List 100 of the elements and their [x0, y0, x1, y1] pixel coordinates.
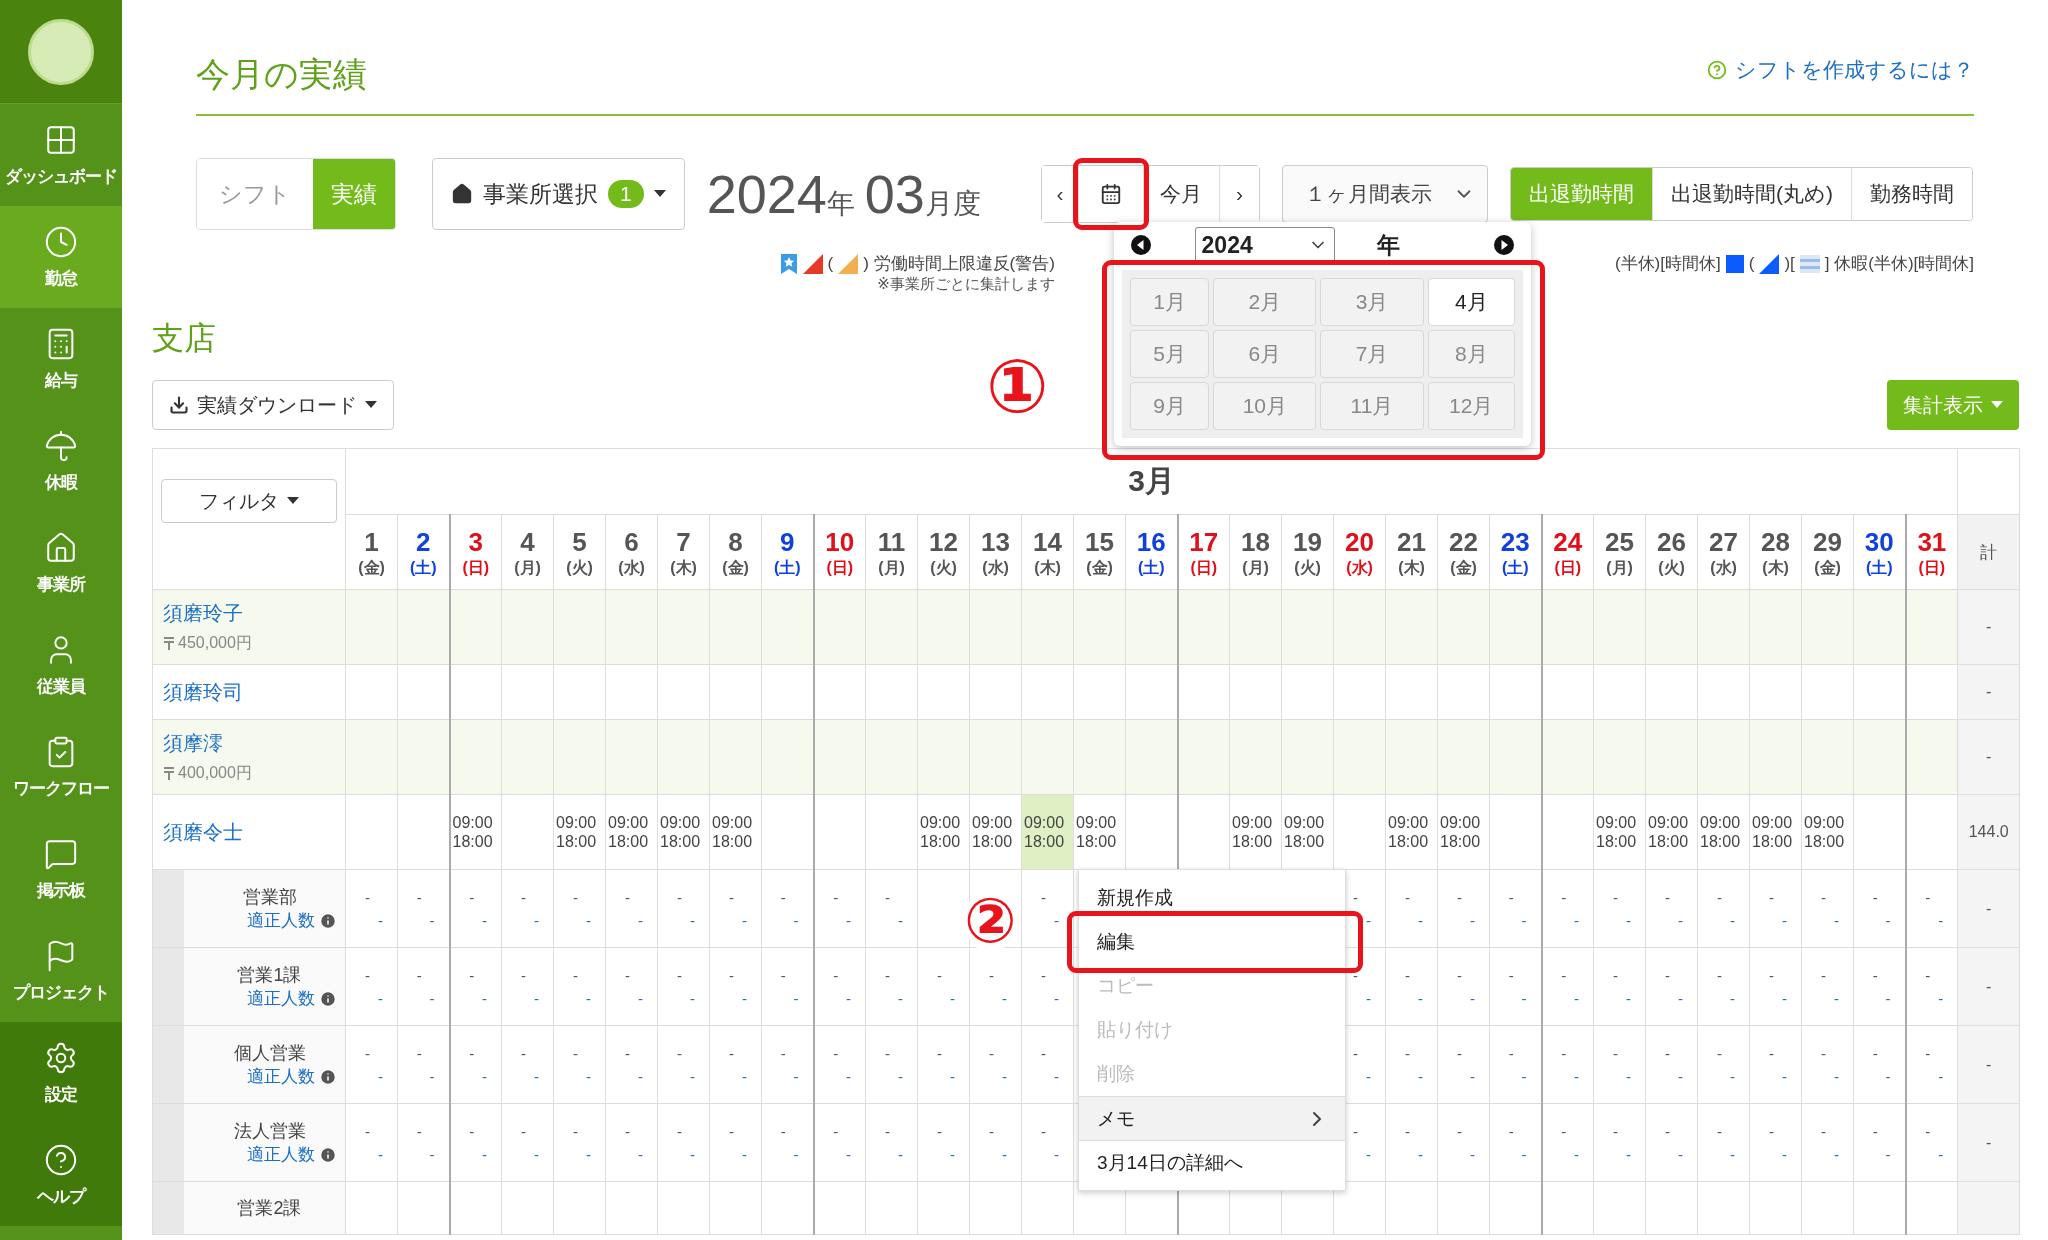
filter-button[interactable]: フィルタ: [161, 479, 337, 523]
shift-cell[interactable]: 09:00 18:00: [1801, 794, 1854, 870]
day-cell[interactable]: [397, 794, 450, 870]
shift-cell[interactable]: 09:00 18:00: [605, 794, 658, 870]
shift-cell[interactable]: 09:00 18:00: [1749, 794, 1802, 870]
required-count: -: [949, 1145, 956, 1163]
caret-icon: [653, 190, 666, 198]
actual-count: -: [1871, 1122, 1879, 1140]
day-cell[interactable]: [1853, 794, 1906, 870]
required-count: -: [1884, 1145, 1892, 1163]
month-button[interactable]: 9月: [1129, 382, 1210, 430]
required-count: -: [792, 911, 800, 929]
range-select[interactable]: １ヶ月間表示: [1281, 165, 1488, 223]
day-cell[interactable]: [1333, 794, 1386, 870]
shift-cell[interactable]: 09:00 18:00: [709, 794, 762, 870]
nav-item[interactable]: ヘルプ: [0, 1124, 122, 1226]
actual-count: -: [1040, 888, 1047, 906]
required-count: -: [428, 1067, 436, 1085]
menu-item[interactable]: 新規作成: [1079, 876, 1345, 920]
shift-cell[interactable]: 09:00 18:00: [1437, 794, 1490, 870]
menu-item[interactable]: 編集: [1079, 920, 1345, 964]
day-cell[interactable]: [865, 794, 918, 870]
staffing-link[interactable]: 適正人数: [247, 909, 315, 932]
day-cell[interactable]: [501, 794, 554, 870]
required-count: -: [1469, 911, 1476, 929]
month-button[interactable]: 11月: [1320, 382, 1424, 430]
actual-count: -: [1404, 1044, 1411, 1062]
month-button[interactable]: 1月: [1129, 278, 1210, 326]
month-button[interactable]: 10月: [1213, 382, 1317, 430]
required-count: -: [897, 1067, 904, 1085]
day-cell[interactable]: [345, 794, 398, 870]
required-count: -: [1520, 989, 1528, 1007]
shift-cell[interactable]: 09:00 18:00: [1645, 794, 1698, 870]
actual-count: -: [572, 1044, 579, 1062]
actual-count: -: [1768, 888, 1775, 906]
staffing-link[interactable]: 適正人数: [247, 1143, 315, 1166]
day-cell[interactable]: [1905, 794, 1958, 870]
nav-item[interactable]: 勤怠: [0, 206, 122, 308]
actual-count: -: [728, 888, 735, 906]
actual-count: -: [1040, 966, 1047, 984]
actual-count: -: [1352, 1044, 1359, 1062]
menu-item[interactable]: 3月14日の詳細へ: [1079, 1140, 1345, 1184]
clock-icon: [44, 224, 78, 259]
view-tab[interactable]: 勤務時間: [1850, 168, 1972, 220]
month-button[interactable]: 5月: [1129, 330, 1210, 378]
day-cell[interactable]: [813, 794, 866, 870]
shift-cell[interactable]: 09:00 18:00: [969, 794, 1022, 870]
group-label: 法人営業: [233, 1120, 306, 1143]
shift-cell[interactable]: 09:00 18:00: [553, 794, 606, 870]
next-year-button[interactable]: [1492, 234, 1515, 256]
month-button[interactable]: 4月: [1427, 278, 1515, 326]
previous-year-button[interactable]: [1129, 234, 1152, 256]
shift-cell[interactable]: 09:00 18:00: [1593, 794, 1646, 870]
legend-note: ※事業所ごとに集計します: [877, 275, 1055, 294]
required-count: -: [949, 989, 956, 1007]
house-icon: [451, 183, 473, 205]
day-cell[interactable]: [1489, 794, 1542, 870]
actual-count: -: [624, 1044, 631, 1062]
month-button[interactable]: 7月: [1320, 330, 1424, 378]
day-cell[interactable]: [761, 794, 814, 870]
day-cell[interactable]: [1177, 794, 1230, 870]
required-count: -: [377, 1067, 384, 1085]
office-select-button[interactable]: 事業所選択 1: [432, 158, 685, 230]
salary-icon: [163, 636, 175, 651]
actual-count: -: [884, 1122, 891, 1140]
staffing-link[interactable]: 適正人数: [247, 987, 315, 1010]
shift-cell[interactable]: 09:00 18:00: [449, 794, 502, 870]
shift-cell[interactable]: 09:00 18:00: [917, 794, 970, 870]
actual-count: -: [1871, 1044, 1879, 1062]
month-button[interactable]: 12月: [1427, 382, 1515, 430]
year-select[interactable]: 2024: [1194, 227, 1335, 263]
month-button[interactable]: 3月: [1320, 278, 1424, 326]
day-cell[interactable]: [1125, 794, 1178, 870]
actual-count: -: [572, 966, 579, 984]
shift-cell[interactable]: 09:00 18:00: [1281, 794, 1334, 870]
month-button[interactable]: 8月: [1427, 330, 1515, 378]
day-cell[interactable]: [1541, 794, 1594, 870]
employee-link[interactable]: 須摩澪: [163, 730, 335, 757]
employee-link[interactable]: 須磨玲子: [163, 600, 335, 627]
shift-cell[interactable]: 09:00 18:00: [1073, 794, 1126, 870]
required-count: -: [1677, 911, 1684, 929]
month-button[interactable]: 6月: [1213, 330, 1317, 378]
shift-cell[interactable]: 09:00 18:00: [1697, 794, 1750, 870]
download-button[interactable]: 実績ダウンロード: [152, 380, 394, 430]
menu-item[interactable]: メモ: [1079, 1096, 1345, 1140]
shift-cell[interactable]: 09:00 18:00: [1021, 794, 1074, 870]
required-count: -: [585, 1067, 592, 1085]
month-button[interactable]: 2月: [1213, 278, 1317, 326]
actual-count: -: [364, 966, 371, 984]
actual-count: -: [520, 1122, 527, 1140]
day-header: 20 (水): [1333, 514, 1386, 590]
nav-item[interactable]: 設定: [0, 1022, 122, 1124]
staffing-link[interactable]: 適正人数: [247, 1065, 315, 1088]
next-button[interactable]: ›: [1218, 166, 1259, 222]
required-count: -: [637, 911, 644, 929]
required-count: -: [689, 1067, 696, 1085]
shift-cell[interactable]: 09:00 18:00: [1385, 794, 1438, 870]
actual-count: -: [1352, 1122, 1359, 1140]
shift-cell[interactable]: 09:00 18:00: [657, 794, 710, 870]
shift-cell[interactable]: 09:00 18:00: [1229, 794, 1282, 870]
